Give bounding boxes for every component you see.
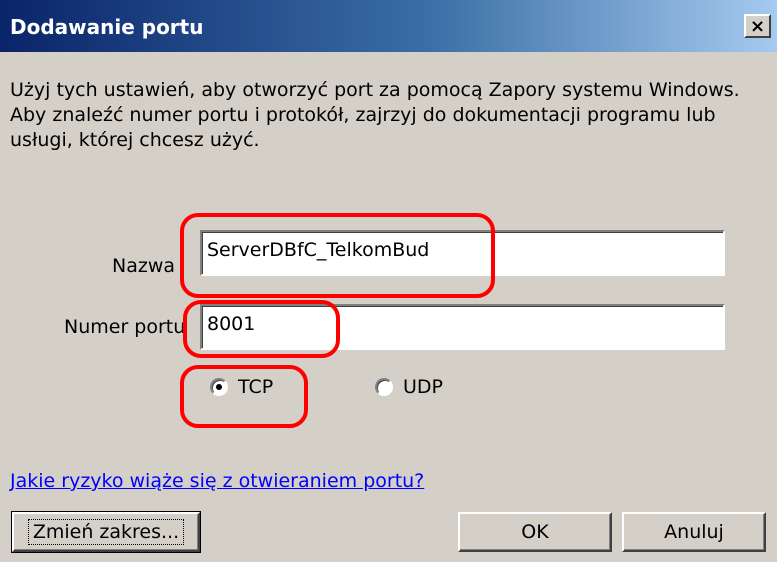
ok-label: OK [521,521,549,543]
cancel-label: Anuluj [664,521,724,543]
radio-checked-icon [210,378,228,396]
description-line-3: usługi, której chcesz użyć. [10,129,260,151]
change-scope-button[interactable]: Zmień zakres... [11,511,201,553]
add-port-dialog: Dodawanie portu × Użyj tych ustawień, ab… [0,0,777,562]
description-text: Użyj tych ustawień, aby otworzyć port za… [10,78,760,153]
cancel-button[interactable]: Anuluj [622,512,766,552]
protocol-tcp-label: TCP [238,376,274,398]
close-button[interactable]: × [744,14,771,38]
ok-button[interactable]: OK [458,512,612,552]
description-line-1: Użyj tych ustawień, aby otworzyć port za… [10,79,740,101]
radio-unchecked-icon [375,378,393,396]
protocol-tcp-radio[interactable]: TCP [210,376,273,398]
description-line-2: Aby znaleźć numer portu i protokół, zajr… [10,104,716,126]
window-title: Dodawanie portu [10,15,204,39]
protocol-udp-label: UDP [403,376,443,398]
close-icon: × [749,15,766,37]
port-input[interactable]: 8001 [200,304,725,350]
change-scope-label: Zmień zakres... [27,519,185,545]
protocol-udp-radio[interactable]: UDP [375,376,443,398]
port-label: Numer portu [64,316,186,338]
name-input[interactable]: ServerDBfC_TelkomBud [200,230,725,276]
title-bar[interactable]: Dodawanie portu × [0,0,777,52]
port-risk-link[interactable]: Jakie ryzyko wiąże się z otwieraniem por… [10,470,424,492]
name-label: Nazwa [112,255,176,277]
